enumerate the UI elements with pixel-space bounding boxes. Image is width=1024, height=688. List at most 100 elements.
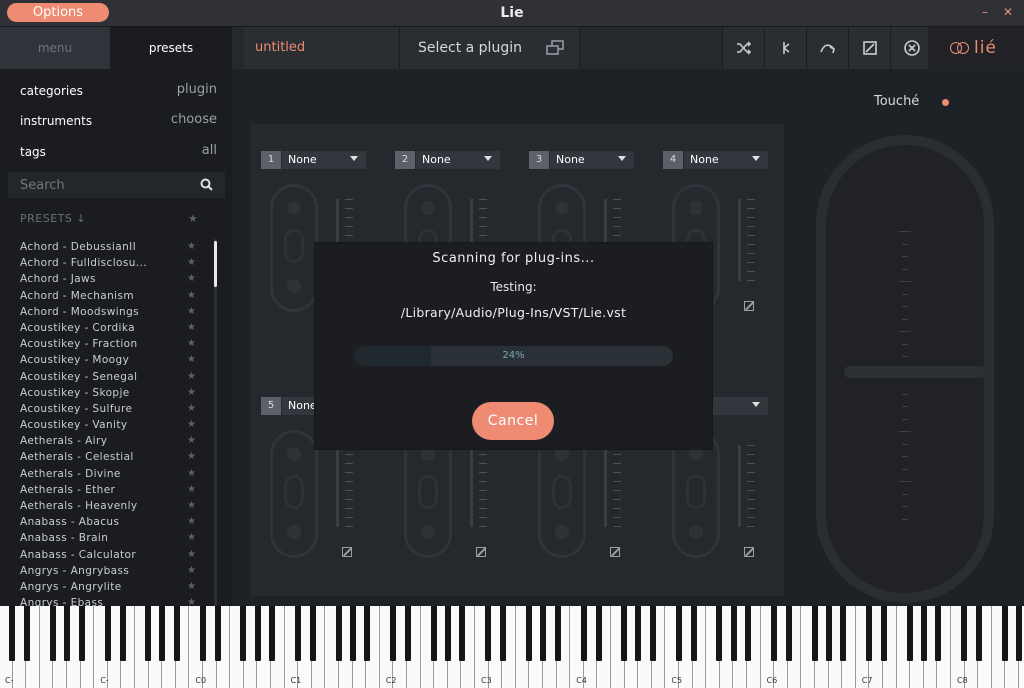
favorite-star-icon[interactable]: ★ — [187, 271, 196, 287]
touche-center-bar[interactable] — [844, 366, 986, 378]
favorite-star-icon[interactable]: ★ — [187, 563, 196, 579]
cancel-button[interactable]: Cancel — [472, 402, 554, 440]
piano-black-key[interactable] — [364, 606, 371, 661]
plugin-select-button[interactable]: Select a plugin — [399, 27, 530, 69]
slot-morph-control[interactable] — [270, 184, 318, 312]
piano-black-key[interactable] — [445, 606, 452, 661]
slot-edit-icon[interactable] — [342, 547, 352, 557]
preset-list-item[interactable]: Aetherals - Divine ★ — [0, 466, 210, 482]
search-icon[interactable] — [200, 178, 213, 191]
piano-black-key[interactable] — [621, 606, 628, 661]
favorite-star-icon[interactable]: ★ — [187, 595, 196, 606]
piano-black-key[interactable] — [335, 606, 342, 661]
favorite-star-icon[interactable]: ★ — [187, 352, 196, 368]
piano-black-key[interactable] — [214, 606, 221, 661]
slot-plugin-select[interactable]: None — [282, 151, 366, 169]
favorites-star-icon[interactable]: ★ — [188, 212, 198, 225]
slot-edit-icon[interactable] — [744, 547, 754, 557]
edit-button[interactable] — [848, 27, 890, 69]
slot-edit-icon[interactable] — [744, 301, 754, 311]
preset-list-item[interactable]: Achord - Moodswings ★ — [0, 304, 210, 320]
piano-black-key[interactable] — [825, 606, 832, 661]
piano-black-key[interactable] — [649, 606, 656, 661]
split-button[interactable] — [764, 27, 806, 69]
filter-instruments[interactable]: instruments choose — [0, 107, 232, 137]
favorite-star-icon[interactable]: ★ — [187, 547, 196, 563]
preset-list-item[interactable]: Acoustikey - Sulfure ★ — [0, 401, 210, 417]
piano-black-key[interactable] — [525, 606, 532, 661]
tab-menu[interactable]: menu — [0, 27, 110, 69]
piano-black-key[interactable] — [866, 606, 873, 661]
slot-plugin-select[interactable]: None — [416, 151, 500, 169]
piano-black-key[interactable] — [49, 606, 56, 661]
favorite-star-icon[interactable]: ★ — [187, 449, 196, 465]
preset-list-item[interactable]: Achord - Mechanism ★ — [0, 288, 210, 304]
piano-black-key[interactable] — [254, 606, 261, 661]
preset-list-item[interactable]: Acoustikey - Cordika ★ — [0, 320, 210, 336]
favorite-star-icon[interactable]: ★ — [187, 530, 196, 546]
piano-black-key[interactable] — [690, 606, 697, 661]
piano-black-key[interactable] — [771, 606, 778, 661]
slot-morph-control[interactable] — [672, 430, 720, 558]
favorite-star-icon[interactable]: ★ — [187, 433, 196, 449]
piano-black-key[interactable] — [24, 606, 31, 661]
filter-value[interactable]: all — [202, 143, 217, 158]
favorite-star-icon[interactable]: ★ — [187, 288, 196, 304]
slot-plugin-select[interactable]: None — [550, 151, 634, 169]
clear-button[interactable] — [890, 27, 932, 69]
preset-name[interactable]: untitled — [244, 27, 398, 69]
preset-list-item[interactable]: Aetherals - Celestial ★ — [0, 449, 210, 465]
piano-black-key[interactable] — [840, 606, 847, 661]
piano-black-key[interactable] — [881, 606, 888, 661]
piano-black-key[interactable] — [716, 606, 723, 661]
piano-black-key[interactable] — [1001, 606, 1008, 661]
shuffle-button[interactable] — [722, 27, 764, 69]
presets-sort-header[interactable]: PRESETS ↓ — [20, 212, 86, 225]
preset-list-item[interactable]: Acoustikey - Senegal ★ — [0, 369, 210, 385]
slot-morph-control[interactable] — [404, 430, 452, 558]
favorite-star-icon[interactable]: ★ — [187, 417, 196, 433]
plugin-window-button[interactable] — [530, 27, 580, 69]
piano-black-key[interactable] — [935, 606, 942, 661]
filter-categories[interactable]: categories plugin — [0, 77, 232, 107]
preset-list-item[interactable]: Aetherals - Heavenly ★ — [0, 498, 210, 514]
preset-list-item[interactable]: Achord - Jaws ★ — [0, 271, 210, 287]
preset-list-item[interactable]: Acoustikey - Skopje ★ — [0, 385, 210, 401]
piano-black-key[interactable] — [104, 606, 111, 661]
piano-black-key[interactable] — [485, 606, 492, 661]
piano-black-key[interactable] — [349, 606, 356, 661]
piano-black-key[interactable] — [744, 606, 751, 661]
piano-black-key[interactable] — [921, 606, 928, 661]
scrollbar-thumb[interactable] — [214, 241, 217, 287]
piano-black-key[interactable] — [309, 606, 316, 661]
preset-list-item[interactable]: Achord - Fulldisclosu... ★ — [0, 255, 210, 271]
slot-plugin-select[interactable]: None — [684, 151, 768, 169]
piano-black-key[interactable] — [295, 606, 302, 661]
favorite-star-icon[interactable]: ★ — [187, 466, 196, 482]
favorite-star-icon[interactable]: ★ — [187, 514, 196, 530]
piano-black-key[interactable] — [961, 606, 968, 661]
piano-black-key[interactable] — [675, 606, 682, 661]
piano-black-key[interactable] — [268, 606, 275, 661]
touche-pad[interactable] — [816, 135, 994, 603]
preset-list-item[interactable]: Angrys - Angrybass ★ — [0, 563, 210, 579]
preset-list-item[interactable]: Acoustikey - Vanity ★ — [0, 417, 210, 433]
preset-list-item[interactable]: Anabass - Calculator ★ — [0, 547, 210, 563]
slot-morph-control[interactable] — [270, 430, 318, 558]
close-window-button[interactable]: ✕ — [1003, 5, 1013, 19]
filter-value[interactable]: plugin — [177, 82, 217, 97]
preset-list-item[interactable]: Achord - DebussianII ★ — [0, 239, 210, 255]
piano-black-key[interactable] — [500, 606, 507, 661]
piano-black-key[interactable] — [405, 606, 412, 661]
slot-edit-icon[interactable] — [610, 547, 620, 557]
piano-black-key[interactable] — [78, 606, 85, 661]
preset-list-item[interactable]: Anabass - Abacus ★ — [0, 514, 210, 530]
piano-black-key[interactable] — [906, 606, 913, 661]
favorite-star-icon[interactable]: ★ — [187, 239, 196, 255]
favorite-star-icon[interactable]: ★ — [187, 579, 196, 595]
slot-morph-control[interactable] — [538, 430, 586, 558]
favorite-star-icon[interactable]: ★ — [187, 401, 196, 417]
tab-presets[interactable]: presets — [110, 27, 232, 69]
piano-black-key[interactable] — [240, 606, 247, 661]
curve-button[interactable] — [806, 27, 848, 69]
